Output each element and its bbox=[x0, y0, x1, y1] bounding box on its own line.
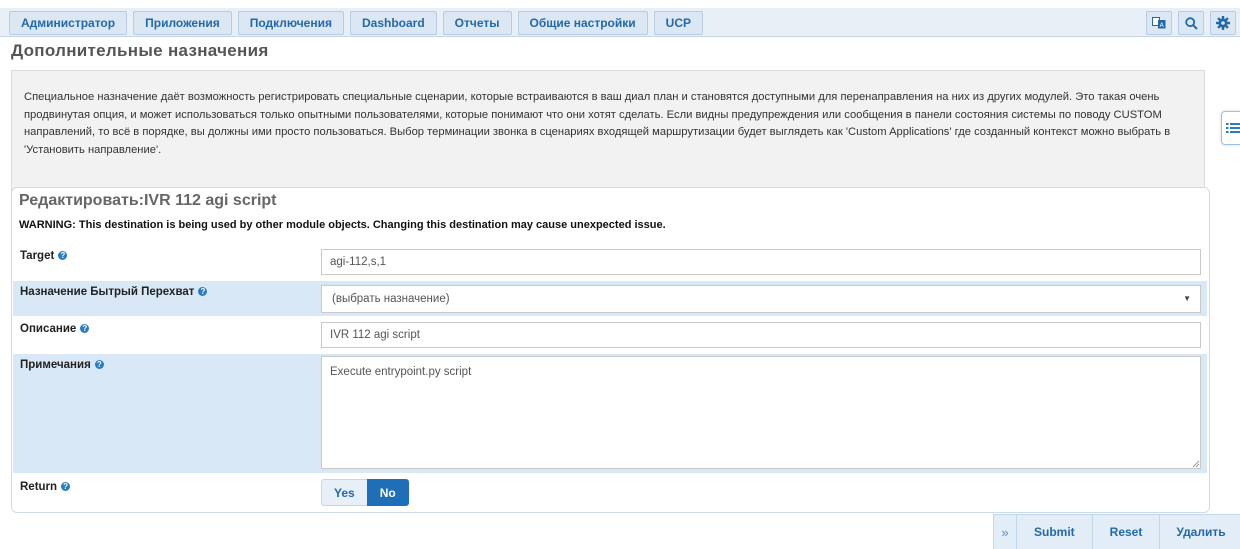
language-icon: A bbox=[1152, 17, 1166, 29]
info-box: Специальное назначение даёт возможность … bbox=[11, 70, 1205, 196]
tab-applications[interactable]: Приложения bbox=[133, 11, 232, 35]
notes-field-row: Execute entrypoint.py script bbox=[309, 354, 1207, 473]
tab-settings[interactable]: Общие настройки bbox=[517, 11, 648, 35]
tab-connectivity[interactable]: Подключения bbox=[237, 11, 344, 35]
side-panel-toggle[interactable] bbox=[1221, 111, 1240, 145]
settings-button[interactable] bbox=[1210, 11, 1236, 35]
return-toggle: Yes No bbox=[321, 479, 409, 506]
search-icon bbox=[1184, 16, 1198, 30]
page-title: Дополнительные назначения bbox=[11, 41, 269, 60]
tab-reports[interactable]: Отчеты bbox=[442, 11, 512, 35]
return-no-button[interactable]: No bbox=[366, 479, 409, 506]
quick-pickup-field-row: (выбрать назначение) ▼ bbox=[309, 281, 1207, 316]
list-icon bbox=[1226, 123, 1240, 133]
warning-message: WARNING: This destination is being used … bbox=[19, 219, 666, 231]
tab-dashboard[interactable]: Dashboard bbox=[349, 11, 437, 35]
reset-button[interactable]: Reset bbox=[1093, 525, 1160, 539]
description-label: Описание? bbox=[13, 318, 309, 352]
help-icon[interactable]: ? bbox=[58, 251, 68, 261]
info-text: Специальное назначение даёт возможность … bbox=[24, 91, 1171, 156]
target-label-text: Target bbox=[20, 250, 55, 262]
return-yes-button[interactable]: Yes bbox=[321, 479, 367, 506]
gear-icon bbox=[1216, 16, 1230, 30]
delete-button[interactable]: Удалить bbox=[1160, 525, 1240, 539]
language-button[interactable]: A bbox=[1146, 11, 1172, 35]
quick-pickup-selected-value: (выбрать назначение) bbox=[332, 293, 450, 305]
notes-textarea[interactable]: Execute entrypoint.py script bbox=[321, 356, 1201, 469]
edit-panel: Редактировать:IVR 112 agi script WARNING… bbox=[11, 187, 1210, 513]
target-field-row bbox=[309, 245, 1207, 279]
return-field-row: Yes No bbox=[309, 476, 1207, 510]
return-label-text: Return bbox=[20, 481, 58, 493]
toolbar-icons: A bbox=[1146, 11, 1236, 35]
edit-title: Редактировать:IVR 112 agi script bbox=[19, 192, 277, 209]
target-input[interactable] bbox=[321, 249, 1201, 275]
description-field-row bbox=[309, 318, 1207, 352]
help-icon[interactable]: ? bbox=[198, 287, 208, 297]
notes-label: Примечания? bbox=[13, 354, 309, 473]
resize-grip-icon[interactable] bbox=[1192, 460, 1200, 468]
description-input[interactable] bbox=[321, 322, 1201, 348]
help-icon[interactable]: ? bbox=[94, 360, 104, 370]
tab-admin[interactable]: Администратор bbox=[9, 11, 128, 35]
chevron-down-icon: ▼ bbox=[1183, 294, 1191, 303]
action-bar: » Submit Reset Удалить bbox=[993, 514, 1240, 549]
quick-pickup-label: Назначение Бытрый Перехват? bbox=[13, 281, 309, 316]
target-label: Target? bbox=[13, 245, 309, 279]
description-label-text: Описание bbox=[20, 323, 77, 335]
tab-ucp[interactable]: UCP bbox=[653, 11, 703, 35]
quick-pickup-select[interactable]: (выбрать назначение) ▼ bbox=[321, 285, 1201, 313]
help-icon[interactable]: ? bbox=[80, 324, 90, 334]
return-label: Return? bbox=[13, 476, 309, 510]
submit-button[interactable]: Submit bbox=[1017, 525, 1092, 539]
top-nav-bar: Администратор Приложения Подключения Das… bbox=[0, 8, 1240, 37]
main-menu: Администратор Приложения Подключения Das… bbox=[9, 11, 703, 35]
search-button[interactable] bbox=[1178, 11, 1204, 35]
collapse-actions-button[interactable]: » bbox=[994, 525, 1016, 540]
help-icon[interactable]: ? bbox=[61, 482, 71, 492]
notes-label-text: Примечания bbox=[20, 359, 91, 371]
quick-pickup-label-text: Назначение Бытрый Перехват bbox=[20, 286, 195, 298]
